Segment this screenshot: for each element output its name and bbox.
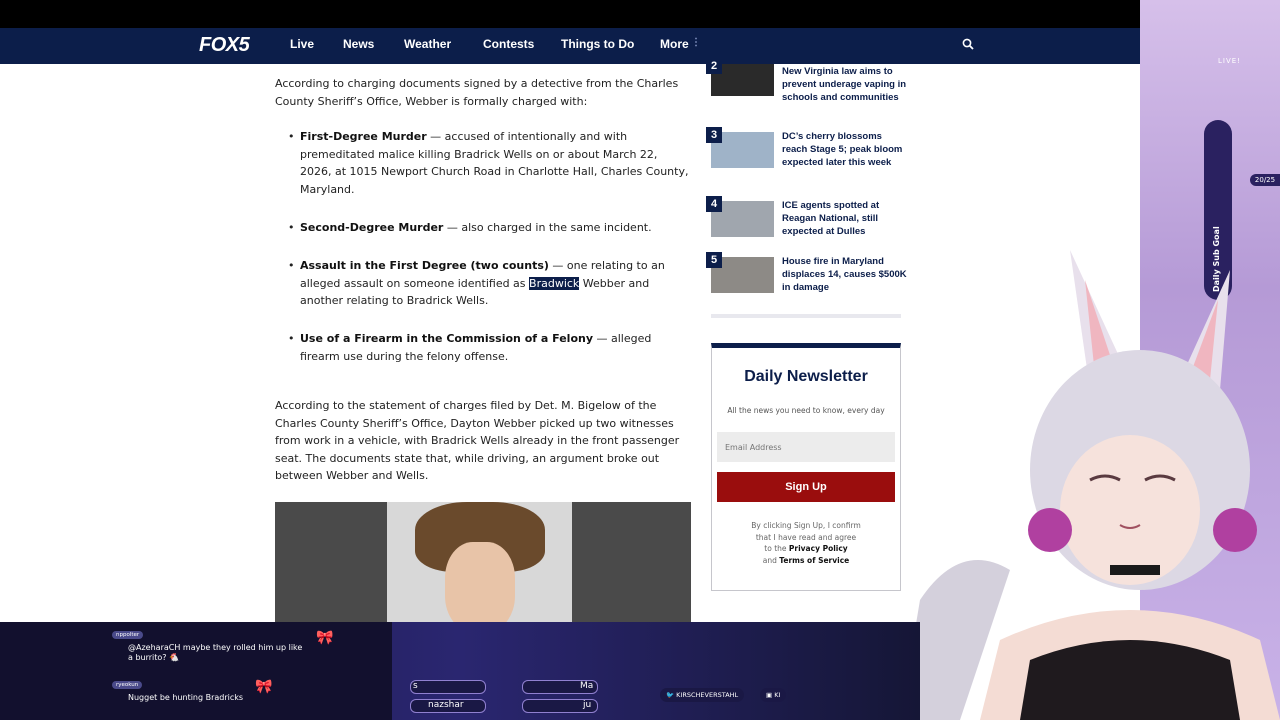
trending-number: 3 — [706, 127, 722, 143]
sidebar-divider — [711, 314, 901, 318]
chat-username: ryeokun — [112, 681, 143, 689]
newsletter-subtitle: All the news you need to know, every day — [727, 406, 885, 415]
live-label: LIVE! — [1218, 57, 1241, 65]
trending-number: 4 — [706, 196, 722, 212]
image-face — [445, 542, 515, 624]
more-dots-icon: ⋮ — [691, 37, 701, 48]
vtuber-avatar — [900, 250, 1280, 720]
chat-message-line: a burrito? 🐔 — [128, 653, 180, 662]
charge-item: • Second-Degree Murder — also charged in… — [288, 219, 690, 237]
nav-item-news[interactable]: News — [343, 37, 374, 51]
terms-of-service-link[interactable]: Terms of Service — [779, 556, 849, 565]
twitter-icon: 🐦 — [666, 691, 675, 699]
trending-title[interactable]: New Virginia law aims to prevent underag… — [782, 65, 907, 104]
nav-item-weather[interactable]: Weather — [404, 37, 451, 51]
chat-message: Nugget be hunting Bradricks — [128, 693, 243, 703]
social-handle: KIRSCHEVERSTAHL — [676, 691, 739, 699]
charge-item: • Use of a Firearm in the Commission of … — [288, 330, 690, 365]
charge-title: First-Degree Murder — [300, 130, 427, 143]
newsletter-card: Daily Newsletter All the news you need t… — [711, 343, 901, 591]
chat-message-line: @AzeharaCH maybe they rolled him up like — [128, 643, 303, 652]
privacy-policy-link[interactable]: Privacy Policy — [789, 544, 848, 553]
fox5-logo[interactable]: FOX5 — [199, 34, 250, 57]
charge-title: Second-Degree Murder — [300, 221, 444, 234]
bullet-dot-icon: • — [288, 259, 295, 272]
overlay-slot — [410, 680, 486, 694]
chat-username: nppolter — [112, 631, 144, 639]
article-intro-text: According to charging documents signed b… — [275, 77, 679, 108]
legal-text: and — [762, 555, 777, 565]
legal-text: By clicking Sign Up, I confirm — [751, 521, 861, 530]
overlay-slot-text: nazshar — [428, 700, 464, 710]
nav-item-contests[interactable]: Contests — [483, 37, 534, 51]
trending-title[interactable]: ICE agents spotted at Reagan National, s… — [782, 199, 907, 238]
legal-text: that I have read and agree — [755, 532, 857, 542]
chat-message: @AzeharaCH maybe they rolled him up like… — [128, 643, 302, 663]
chat-message-line: Nugget be hunting Bradricks — [128, 693, 244, 702]
overlay-slot-text: s — [413, 681, 418, 691]
charge-item: • First-Degree Murder — accused of inten… — [288, 128, 690, 198]
chat-icon: ▣ — [766, 691, 773, 699]
newsletter-legal: By clicking Sign Up, I confirm that I ha… — [712, 520, 900, 566]
window-top-bar — [0, 0, 1280, 28]
social-handle: KI — [774, 691, 781, 699]
trending-number: 2 — [706, 58, 722, 74]
legal-text: to the — [764, 544, 787, 553]
article-image[interactable] — [275, 502, 691, 624]
bow-icon: 🎀 — [316, 630, 334, 646]
bullet-dot-icon: • — [288, 221, 295, 234]
newsletter-title: Daily Newsletter — [744, 368, 868, 385]
article-paragraph: According to the statement of charges fi… — [275, 397, 691, 485]
sub-goal-count: 20/25 — [1250, 174, 1280, 186]
search-icon[interactable] — [962, 38, 974, 50]
selected-text[interactable]: Bradwick — [529, 276, 580, 290]
article-paragraph-text: According to the statement of charges fi… — [275, 399, 680, 482]
bow-icon: 🎀 — [255, 679, 273, 695]
trending-number: 5 — [706, 252, 722, 268]
twitter-handle: 🐦 KIRSCHEVERSTAHL — [660, 688, 745, 702]
charge-item: • Assault in the First Degree (two count… — [288, 257, 690, 310]
social-handle-2: ▣ KI — [760, 688, 787, 702]
article-intro: According to charging documents signed b… — [275, 75, 691, 110]
overlay-slot-text: Ma — [580, 681, 594, 691]
trending-title[interactable]: DC’s cherry blossoms reach Stage 5; peak… — [782, 130, 907, 169]
email-field[interactable] — [717, 432, 895, 462]
overlay-slot-text: ju — [583, 700, 592, 710]
charge-title: Use of a Firearm in the Commission of a … — [300, 332, 594, 345]
site-nav-bar — [0, 28, 1280, 64]
trending-title[interactable]: House fire in Maryland displaces 14, cau… — [782, 255, 907, 294]
nav-item-more[interactable]: More — [660, 37, 689, 51]
charge-text: — also charged in the same incident. — [443, 221, 652, 234]
nav-item-live[interactable]: Live — [290, 37, 314, 51]
bullet-dot-icon: • — [288, 130, 295, 143]
bullet-dot-icon: • — [288, 332, 295, 345]
charge-title: Assault in the First Degree (two counts) — [300, 259, 549, 272]
sign-up-button[interactable]: Sign Up — [717, 472, 895, 502]
nav-item-things-to-do[interactable]: Things to Do — [561, 37, 634, 51]
